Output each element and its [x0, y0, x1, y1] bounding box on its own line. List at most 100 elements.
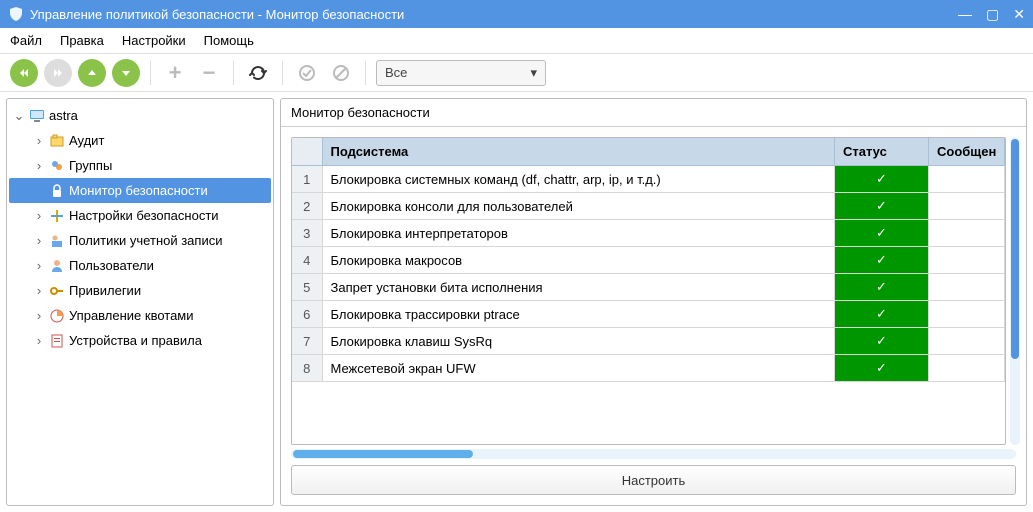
- chevron-down-icon: ▾: [530, 65, 537, 81]
- col-rownum[interactable]: [292, 138, 322, 166]
- user-icon: [49, 258, 65, 274]
- table-row[interactable]: 8Межсетевой экран UFW✓: [292, 355, 1005, 382]
- cell-rownum: 1: [292, 166, 322, 193]
- filter-select[interactable]: Все ▾: [376, 60, 546, 86]
- cell-rownum: 7: [292, 328, 322, 355]
- scrollbar-thumb[interactable]: [293, 450, 473, 458]
- nav-forward-button[interactable]: [44, 59, 72, 87]
- tree-item-label: Аудит: [69, 133, 104, 148]
- cell-subsystem: Межсетевой экран UFW: [322, 355, 835, 382]
- col-status[interactable]: Статус: [835, 138, 929, 166]
- toolbar-separator: [233, 61, 234, 85]
- remove-button[interactable]: −: [195, 59, 223, 87]
- close-button[interactable]: ✕: [1013, 7, 1025, 21]
- tree-item-users[interactable]: › Пользователи: [9, 253, 271, 278]
- cancel-button[interactable]: [327, 59, 355, 87]
- cell-message: [929, 220, 1005, 247]
- cell-subsystem: Запрет установки бита исполнения: [322, 274, 835, 301]
- cell-message: [929, 301, 1005, 328]
- expand-toggle-icon[interactable]: ›: [33, 283, 45, 298]
- cell-message: [929, 328, 1005, 355]
- table-row[interactable]: 2Блокировка консоли для пользователей✓: [292, 193, 1005, 220]
- vertical-scrollbar[interactable]: [1010, 137, 1020, 445]
- menu-edit[interactable]: Правка: [60, 33, 104, 48]
- audit-icon: [49, 133, 65, 149]
- tree-item-devices-rules[interactable]: › Устройства и правила: [9, 328, 271, 353]
- table-row[interactable]: 3Блокировка интерпретаторов✓: [292, 220, 1005, 247]
- tree-item-label: Привилегии: [69, 283, 141, 298]
- confirm-button[interactable]: [293, 59, 321, 87]
- tree-item-quota[interactable]: › Управление квотами: [9, 303, 271, 328]
- toolbar-separator: [365, 61, 366, 85]
- cell-subsystem: Блокировка макросов: [322, 247, 835, 274]
- nav-up-button[interactable]: [78, 59, 106, 87]
- tree-item-security-settings[interactable]: › Настройки безопасности: [9, 203, 271, 228]
- refresh-button[interactable]: [244, 59, 272, 87]
- table-row[interactable]: 5Запрет установки бита исполнения✓: [292, 274, 1005, 301]
- cell-rownum: 4: [292, 247, 322, 274]
- key-icon: [49, 283, 65, 299]
- scrollbar-thumb[interactable]: [1011, 139, 1019, 359]
- table-row[interactable]: 1Блокировка системных команд (df, chattr…: [292, 166, 1005, 193]
- expand-toggle-icon[interactable]: ›: [33, 333, 45, 348]
- configure-button-label: Настроить: [622, 473, 686, 488]
- filter-select-value: Все: [385, 65, 407, 80]
- table-row[interactable]: 7Блокировка клавиш SysRq✓: [292, 328, 1005, 355]
- configure-button[interactable]: Настроить: [291, 465, 1016, 495]
- cell-status: ✓: [835, 355, 929, 382]
- cell-subsystem: Блокировка консоли для пользователей: [322, 193, 835, 220]
- expand-toggle-icon[interactable]: ⌄: [13, 108, 25, 124]
- quota-icon: [49, 308, 65, 324]
- cell-rownum: 3: [292, 220, 322, 247]
- col-message[interactable]: Сообщен: [929, 138, 1005, 166]
- add-button[interactable]: +: [161, 59, 189, 87]
- tree-item-privileges[interactable]: › Привилегии: [9, 278, 271, 303]
- tree-item-label: Устройства и правила: [69, 333, 202, 348]
- tree-item-security-monitor[interactable]: Монитор безопасности: [9, 178, 271, 203]
- tree-item-account-policies[interactable]: › Политики учетной записи: [9, 228, 271, 253]
- document-icon: [49, 333, 65, 349]
- cell-status: ✓: [835, 274, 929, 301]
- menu-help[interactable]: Помощь: [204, 33, 254, 48]
- expand-toggle-icon[interactable]: ›: [33, 158, 45, 173]
- expand-toggle-icon[interactable]: ›: [33, 208, 45, 223]
- tree-item-label: Политики учетной записи: [69, 233, 222, 248]
- computer-icon: [29, 108, 45, 124]
- expand-toggle-icon[interactable]: ›: [33, 233, 45, 248]
- tree-item-audit[interactable]: › Аудит: [9, 128, 271, 153]
- subsystems-table[interactable]: Подсистема Статус Сообщен 1Блокировка си…: [291, 137, 1006, 445]
- menubar: Файл Правка Настройки Помощь: [0, 28, 1033, 54]
- tree-item-label: Монитор безопасности: [69, 183, 208, 198]
- nav-back-button[interactable]: [10, 59, 38, 87]
- expand-toggle-icon[interactable]: ›: [33, 308, 45, 323]
- cell-status: ✓: [835, 220, 929, 247]
- tree-item-label: Пользователи: [69, 258, 154, 273]
- minimize-button[interactable]: —: [958, 7, 972, 21]
- cell-status: ✓: [835, 166, 929, 193]
- cell-status: ✓: [835, 301, 929, 328]
- horizontal-scrollbar[interactable]: [291, 449, 1016, 459]
- expand-toggle-icon[interactable]: ›: [33, 133, 45, 148]
- menu-settings[interactable]: Настройки: [122, 33, 186, 48]
- titlebar: Управление политикой безопасности - Мони…: [0, 0, 1033, 28]
- cell-rownum: 6: [292, 301, 322, 328]
- cell-subsystem: Блокировка клавиш SysRq: [322, 328, 835, 355]
- cell-message: [929, 247, 1005, 274]
- cell-status: ✓: [835, 328, 929, 355]
- expand-toggle-icon[interactable]: ›: [33, 258, 45, 273]
- cell-status: ✓: [835, 193, 929, 220]
- table-row[interactable]: 4Блокировка макросов✓: [292, 247, 1005, 274]
- tree-item-groups[interactable]: › Группы: [9, 153, 271, 178]
- nav-down-button[interactable]: [112, 59, 140, 87]
- menu-file[interactable]: Файл: [10, 33, 42, 48]
- maximize-button[interactable]: ▢: [986, 7, 999, 21]
- toolbar-separator: [282, 61, 283, 85]
- col-subsystem[interactable]: Подсистема: [322, 138, 835, 166]
- table-row[interactable]: 6Блокировка трассировки ptrace✓: [292, 301, 1005, 328]
- tree-root[interactable]: ⌄ astra: [9, 103, 271, 128]
- cell-message: [929, 166, 1005, 193]
- cell-rownum: 5: [292, 274, 322, 301]
- tree-item-label: Управление квотами: [69, 308, 194, 323]
- cell-message: [929, 274, 1005, 301]
- sidebar-tree[interactable]: ⌄ astra › Аудит › Группы Монитор безопас…: [6, 98, 274, 506]
